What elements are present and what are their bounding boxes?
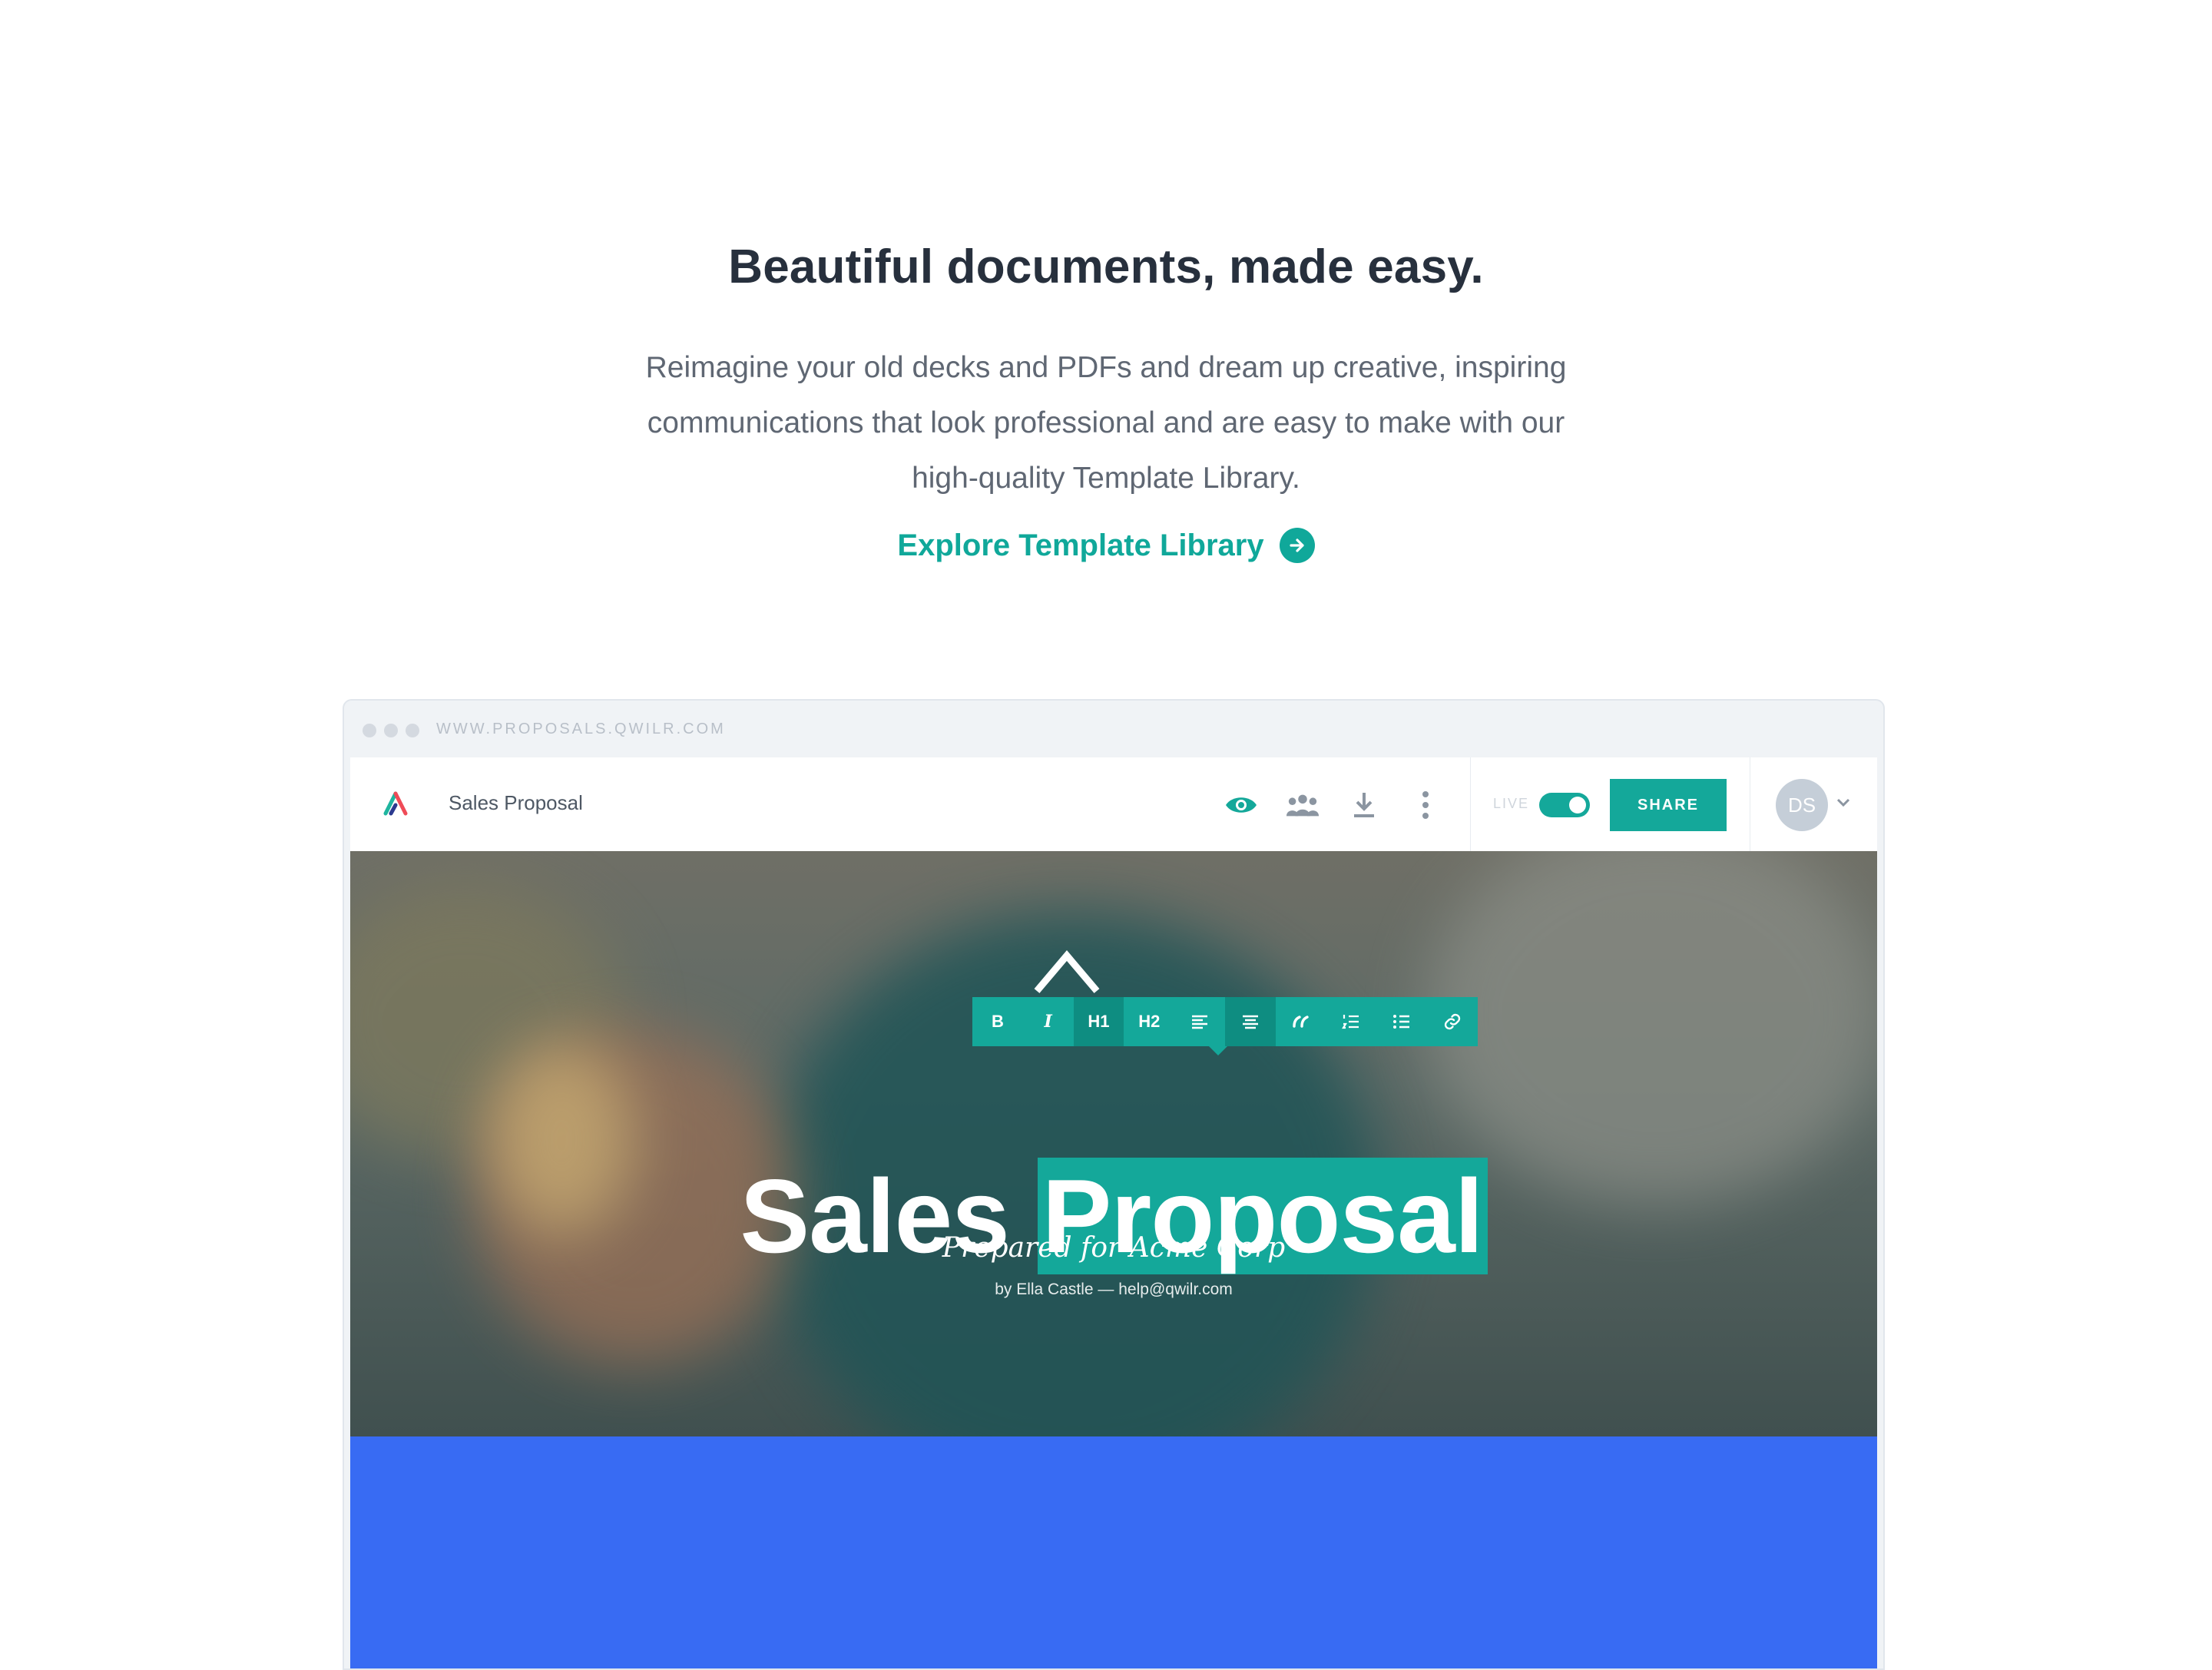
arrow-right-icon <box>1279 528 1315 563</box>
hero-background-image: B I H1 H2 Sales Proposal Prepared for Ac… <box>350 851 1877 1436</box>
bullet-list-icon <box>1393 1015 1410 1029</box>
quote-icon <box>1292 1016 1309 1028</box>
window-dot-icon[interactable] <box>384 724 398 737</box>
background-bokeh <box>1426 851 1877 1204</box>
bold-button[interactable]: B <box>972 997 1023 1046</box>
eye-icon[interactable] <box>1224 788 1258 822</box>
browser-window: WWW.PROPOSALS.QWILR.COM Sales Proposal L… <box>343 699 1885 1670</box>
hero-title: Beautiful documents, made easy. <box>728 240 1484 293</box>
explore-link-label: Explore Template Library <box>897 528 1264 562</box>
document-subtitle[interactable]: Prepared for Acme Corp <box>350 1232 1877 1264</box>
editor-app: Sales Proposal LIVE SHARE DS B I H1 H2 S… <box>350 757 1877 1668</box>
window-controls <box>363 724 427 737</box>
avatar[interactable]: DS <box>1776 779 1828 831</box>
document-byline[interactable]: by Ella Castle — help@qwilr.com <box>350 1281 1877 1299</box>
qwilr-logo-icon[interactable] <box>382 790 409 820</box>
download-icon[interactable] <box>1347 788 1381 822</box>
team-icon[interactable] <box>1286 788 1320 822</box>
share-button[interactable]: SHARE <box>1610 779 1727 831</box>
toolbar-pointer <box>1209 1046 1227 1055</box>
document-title[interactable]: Sales Proposal <box>449 791 583 815</box>
ordered-list-button[interactable] <box>1326 997 1377 1046</box>
live-toggle[interactable] <box>1539 793 1590 817</box>
app-header: Sales Proposal LIVE SHARE DS <box>350 757 1877 852</box>
ordered-list-icon <box>1342 1015 1359 1029</box>
heading1-button[interactable]: H1 <box>1073 997 1124 1046</box>
quote-button[interactable] <box>1276 997 1326 1046</box>
align-center-icon <box>1242 1015 1258 1029</box>
explore-template-library-link[interactable]: Explore Template Library <box>0 522 2212 568</box>
home-icon <box>1032 948 1101 998</box>
hero-description: Reimagine your old decks and PDFs and dr… <box>645 351 1567 495</box>
bullet-list-button[interactable] <box>1376 997 1427 1046</box>
align-left-icon <box>1192 1015 1208 1029</box>
align-left-button[interactable] <box>1174 997 1225 1046</box>
format-toolbar: B I H1 H2 <box>972 997 1478 1046</box>
more-vertical-icon[interactable] <box>1409 788 1442 822</box>
italic-button[interactable]: I <box>1023 997 1074 1046</box>
header-divider <box>1470 757 1471 851</box>
link-button[interactable] <box>1427 997 1478 1046</box>
link-icon <box>1444 1013 1461 1030</box>
align-center-button[interactable] <box>1224 997 1276 1046</box>
chevron-down-icon[interactable] <box>1836 797 1851 812</box>
window-dot-icon[interactable] <box>406 724 419 737</box>
toggle-knob <box>1569 797 1586 813</box>
window-dot-icon[interactable] <box>363 724 376 737</box>
blue-content-section <box>350 1436 1877 1668</box>
live-label: LIVE <box>1493 796 1530 811</box>
address-bar-url[interactable]: WWW.PROPOSALS.QWILR.COM <box>436 721 726 738</box>
heading2-button[interactable]: H2 <box>1124 997 1174 1046</box>
browser-bar: WWW.PROPOSALS.QWILR.COM <box>344 701 1883 754</box>
